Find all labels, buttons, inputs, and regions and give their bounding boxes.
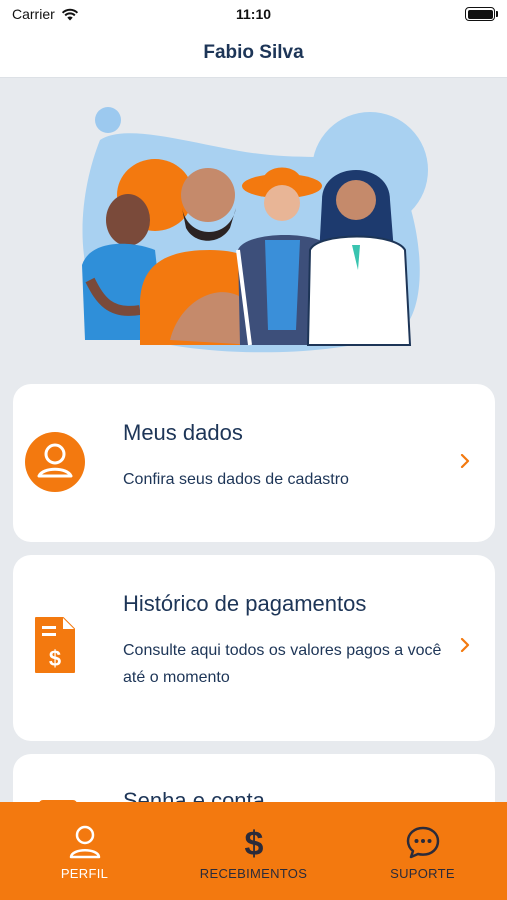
tab-label: SUPORTE: [390, 866, 455, 881]
status-carrier-group: Carrier: [12, 6, 79, 22]
person-icon: [69, 825, 100, 859]
chevron-right-icon: [460, 638, 470, 652]
wifi-icon: [61, 8, 78, 20]
card-title: Meus dados: [123, 420, 243, 445]
carrier-label: Carrier: [12, 6, 55, 22]
chat-bubble-icon: [406, 826, 439, 859]
card-description: Confira seus dados de cadastro: [123, 471, 349, 488]
card-meus-dados[interactable]: Meus dados Confira seus dados de cadastr…: [13, 384, 495, 542]
chevron-right-icon: [460, 454, 470, 468]
hero-illustration: [82, 107, 428, 353]
tab-bar: PERFIL $ RECEBIMENTOS SUPORTE: [0, 802, 507, 900]
tab-recebimentos[interactable]: $ RECEBIMENTOS: [169, 802, 338, 900]
user-circle-icon: [25, 432, 85, 492]
svg-text:$: $: [244, 825, 263, 860]
tab-suporte[interactable]: SUPORTE: [338, 802, 507, 900]
invoice-dollar-icon: $: [35, 617, 75, 673]
card-historico-pagamentos[interactable]: $ Histórico de pagamentos Consulte aqui …: [13, 555, 495, 741]
nav-header: Fabio Silva: [0, 28, 507, 78]
tab-label: PERFIL: [60, 866, 109, 881]
card-description: Consulte aqui todos os valores pagos a v…: [123, 642, 442, 686]
tab-label: RECEBIMENTOS: [199, 866, 308, 881]
battery-icon: [465, 7, 498, 21]
dollar-icon: $: [244, 825, 263, 860]
card-title: Histórico de pagamentos: [123, 591, 367, 616]
status-bar: Carrier 11:10: [0, 0, 507, 28]
status-time: 11:10: [235, 6, 272, 22]
svg-text:$: $: [49, 646, 61, 671]
page-title: Fabio Silva: [203, 41, 304, 63]
tab-perfil[interactable]: PERFIL: [0, 802, 169, 900]
